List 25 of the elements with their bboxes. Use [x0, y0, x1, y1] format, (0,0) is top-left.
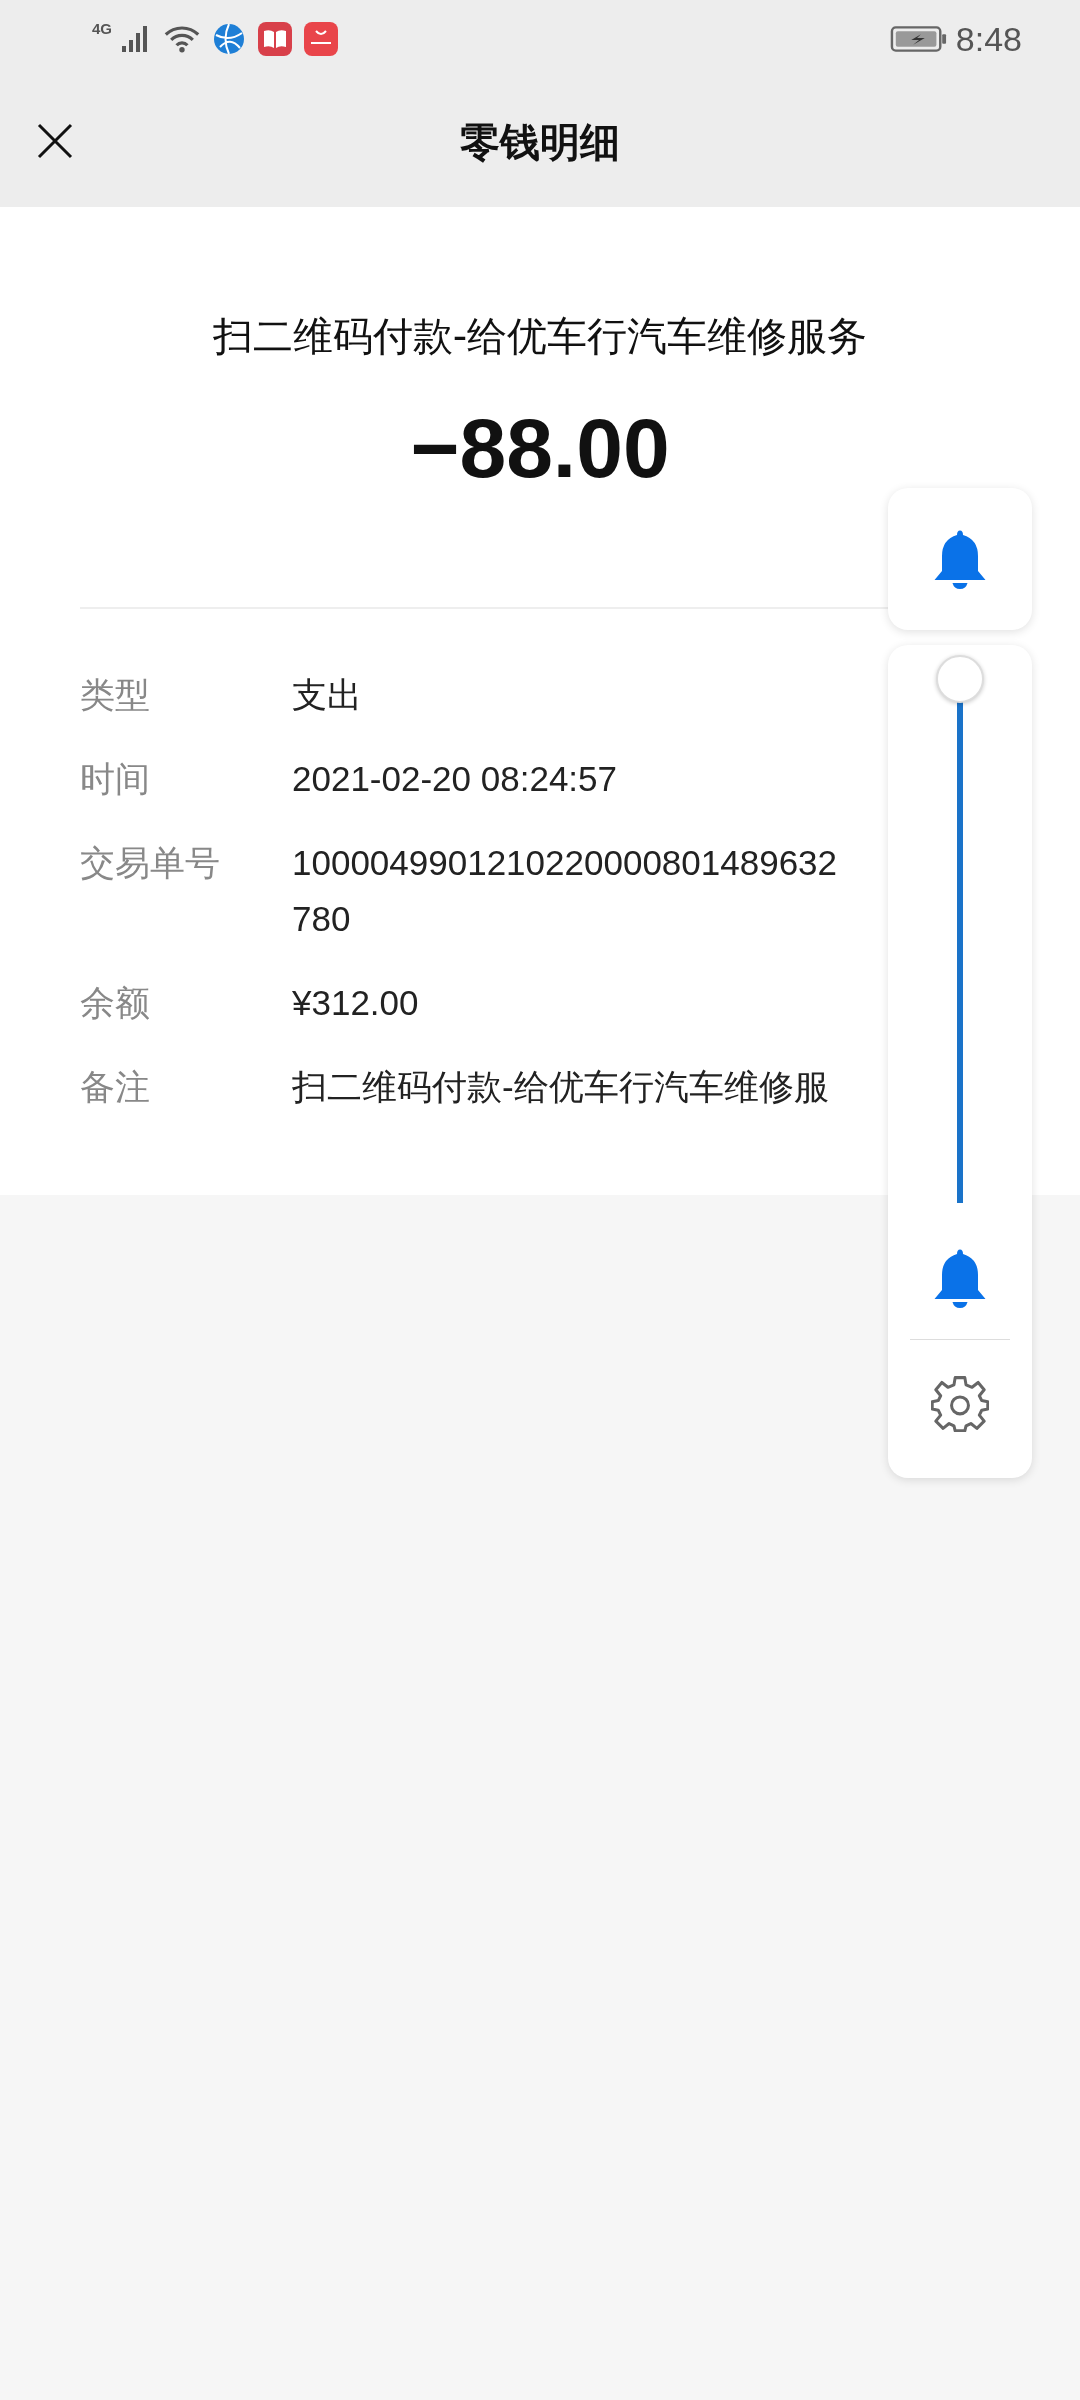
detail-label: 备注 [80, 1066, 151, 1109]
detail-label: 余额 [80, 982, 151, 1025]
detail-value: ¥312.00 [292, 982, 420, 1024]
detail-label: 交易单号 [80, 842, 221, 885]
signal-icon [120, 24, 150, 54]
detail-label: 时间 [80, 758, 151, 801]
detail-value: 1000049901210220000801489632780 [292, 842, 839, 940]
network-label: 4G [92, 20, 112, 37]
settings-icon[interactable] [931, 1374, 989, 1432]
detail-value: 扫二维码付款-给优车行汽车维修服 [292, 1066, 830, 1108]
battery-charging-icon [889, 24, 948, 54]
merchant-name: 扫二维码付款-给优车行汽车维修服务 [212, 312, 868, 361]
close-icon [35, 121, 75, 161]
volume-slider[interactable] [936, 655, 984, 1203]
ringer-button[interactable] [888, 488, 1032, 630]
wifi-icon [164, 24, 200, 54]
detail-value: 2021-02-20 08:24:57 [292, 758, 618, 800]
page-title: 零钱明细 [460, 118, 620, 167]
clock-time: 8:48 [955, 19, 1022, 59]
amount-text: −88.00 [410, 400, 670, 497]
globe-app-icon [212, 22, 246, 56]
detail-value: 支出 [292, 674, 363, 716]
book-app-icon [258, 22, 292, 56]
slider-thumb[interactable] [936, 655, 984, 703]
detail-label: 类型 [80, 674, 151, 717]
